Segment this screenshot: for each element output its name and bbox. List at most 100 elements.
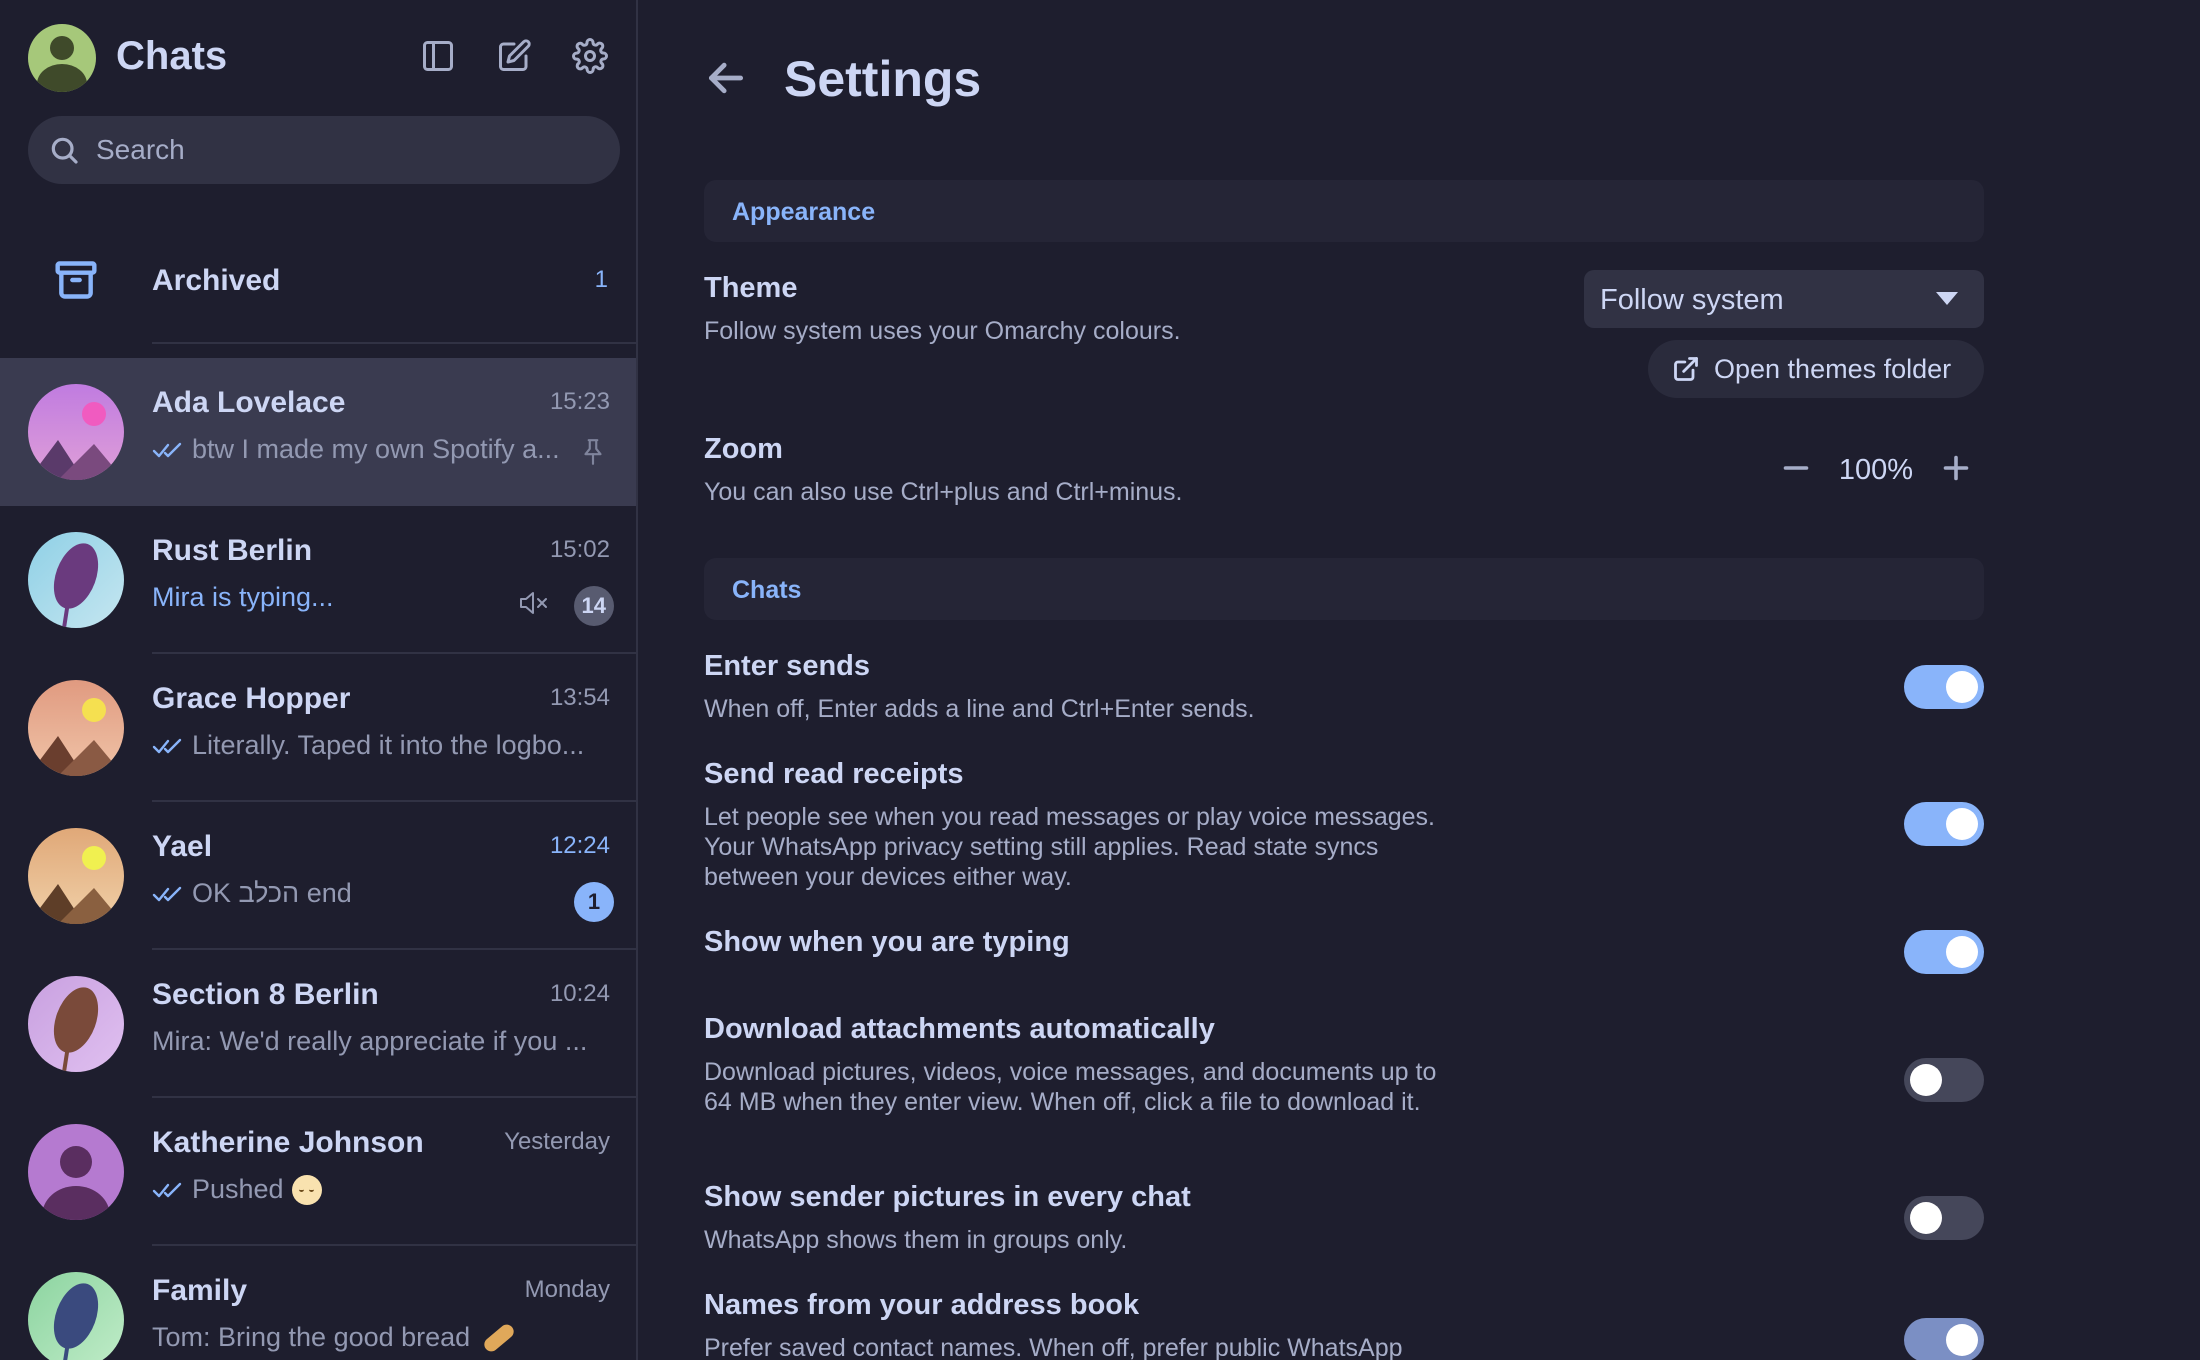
- setting-title-address-book-names: Names from your address book: [704, 1289, 1140, 1321]
- chat-name: Family: [152, 1274, 248, 1307]
- setting-desc-read-receipts: Let people see when you read messages or…: [704, 803, 1435, 891]
- sidebar-panel-icon: [423, 41, 453, 71]
- new-chat-button[interactable]: [494, 36, 534, 76]
- toggle-typing-indicator[interactable]: [1904, 930, 1984, 974]
- chat-time: 15:02: [549, 536, 610, 563]
- chat-preview-text: Literally. Taped it into the logbo...: [192, 730, 585, 760]
- avatar: [28, 532, 124, 628]
- chat-row-yael[interactable]: Yael 12:24 OK הכלב end 1: [0, 802, 636, 950]
- external-link-icon: [1674, 357, 1698, 381]
- archived-label: Archived: [152, 264, 281, 297]
- muted-speaker-icon: [520, 592, 547, 614]
- chat-row-rust-berlin[interactable]: Rust Berlin 15:02 Mira is typing... 14: [0, 506, 636, 654]
- search-input[interactable]: [96, 116, 606, 184]
- chat-name: Ada Lovelace: [152, 386, 346, 419]
- theme-select-value: Follow system: [1600, 284, 1784, 316]
- chat-name: Katherine Johnson: [152, 1126, 424, 1159]
- toggle-auto-download[interactable]: [1904, 1058, 1984, 1102]
- chat-row-ada-lovelace[interactable]: Ada Lovelace 15:23 btw I made my own Spo…: [0, 358, 636, 506]
- arrow-left-icon: [708, 62, 744, 94]
- chat-time: 13:54: [549, 684, 610, 711]
- chat-preview: OK הכלב end: [152, 878, 352, 909]
- my-avatar[interactable]: [28, 24, 96, 92]
- chat-name: Grace Hopper: [152, 682, 351, 715]
- theme-select[interactable]: Follow system: [1584, 270, 1984, 328]
- chat-time: Yesterday: [504, 1128, 610, 1155]
- setting-desc-enter-sends: When off, Enter adds a line and Ctrl+Ent…: [704, 695, 1255, 723]
- section-header-chats: Chats: [704, 558, 1984, 620]
- chat-preview-text: Mira: We'd really appreciate if you ...: [152, 1026, 588, 1056]
- chat-time: Monday: [524, 1276, 610, 1303]
- toggle-sidebar-button[interactable]: [418, 36, 458, 76]
- chat-preview-text: Tom: Bring the good bread: [152, 1322, 471, 1352]
- open-themes-folder-button[interactable]: Open themes folder: [1648, 340, 1984, 398]
- zoom-out-button[interactable]: [1778, 450, 1814, 486]
- setting-title-sender-pictures: Show sender pictures in every chat: [704, 1181, 1191, 1213]
- unread-badge: 14: [573, 586, 614, 626]
- open-themes-folder-label: Open themes folder: [1714, 354, 1952, 384]
- chat-preview-text: Pushed: [192, 1174, 284, 1204]
- caret-down-icon: [1936, 292, 1958, 305]
- chat-list: Ada Lovelace 15:23 btw I made my own Spo…: [0, 358, 636, 1360]
- chat-preview: Mira: We'd really appreciate if you ...: [152, 1026, 587, 1057]
- avatar: [28, 1124, 124, 1220]
- sidebar-header: Chats: [0, 0, 636, 116]
- setting-desc-sender-pictures: WhatsApp shows them in groups only.: [704, 1226, 1128, 1254]
- chat-preview: Mira is typing...: [152, 582, 334, 613]
- baguette-emoji-icon: [481, 1321, 517, 1354]
- theme-description: Follow system uses your Omarchy colours.: [704, 317, 1181, 345]
- plus-icon: [1943, 455, 1969, 481]
- double-check-icon: [152, 886, 182, 901]
- section-title: Chats: [732, 576, 802, 604]
- search-icon: [51, 137, 78, 164]
- avatar: [28, 1272, 124, 1360]
- setting-title-auto-download: Download attachments automatically: [704, 1013, 1215, 1045]
- zoom-level: 100%: [1838, 454, 1914, 486]
- sidebar-title: Chats: [116, 34, 228, 78]
- chat-row-katherine-johnson[interactable]: Katherine Johnson Yesterday Pushed: [0, 1098, 636, 1246]
- toggle-address-book-names[interactable]: [1904, 1318, 1984, 1360]
- section-header-appearance: Appearance: [704, 180, 1984, 242]
- toggle-read-receipts[interactable]: [1904, 802, 1984, 846]
- chat-preview: btw I made my own Spotify a...: [152, 434, 560, 465]
- chat-row-section-8-berlin[interactable]: Section 8 Berlin 10:24 Mira: We'd really…: [0, 950, 636, 1098]
- chat-time: 10:24: [549, 980, 610, 1007]
- avatar: [28, 680, 124, 776]
- archived-row[interactable]: Archived 1: [0, 240, 636, 344]
- avatar: [28, 384, 124, 480]
- settings-button[interactable]: [570, 36, 610, 76]
- setting-title-read-receipts: Send read receipts: [704, 758, 964, 790]
- settings-panel: Settings Appearance Theme Follow system …: [640, 0, 2200, 1360]
- zoom-description: You can also use Ctrl+plus and Ctrl+minu…: [704, 478, 1183, 506]
- minus-icon: [1783, 466, 1809, 470]
- chat-preview-text: btw I made my own Spotify a...: [192, 434, 560, 464]
- setting-title-enter-sends: Enter sends: [704, 650, 870, 682]
- page-title: Settings: [784, 51, 982, 107]
- zoom-in-button[interactable]: [1938, 450, 1974, 486]
- chat-row-family[interactable]: Family Monday Tom: Bring the good bread: [0, 1246, 636, 1360]
- chat-time: 15:23: [549, 388, 610, 415]
- search-bar: [28, 116, 620, 184]
- compose-icon: [499, 39, 531, 71]
- chat-row-grace-hopper[interactable]: Grace Hopper 13:54 Literally. Taped it i…: [0, 654, 636, 802]
- pin-icon: [584, 439, 602, 465]
- typing-indicator-text: Mira is typing...: [152, 582, 334, 612]
- section-title: Appearance: [732, 198, 876, 226]
- double-check-icon: [152, 442, 182, 457]
- archived-count: 1: [594, 266, 608, 293]
- theme-title: Theme: [704, 272, 798, 304]
- toggle-enter-sends[interactable]: [1904, 665, 1984, 709]
- back-button[interactable]: [704, 56, 748, 100]
- chat-preview: Literally. Taped it into the logbo...: [152, 730, 584, 761]
- chat-preview-text: OK הכלב end: [192, 878, 352, 908]
- gear-icon: [572, 38, 608, 74]
- toggle-sender-pictures[interactable]: [1904, 1196, 1984, 1240]
- double-check-icon: [152, 738, 182, 753]
- archive-box-icon: [55, 261, 97, 299]
- double-check-icon: [152, 1182, 182, 1197]
- chat-preview: Tom: Bring the good bread: [152, 1321, 517, 1354]
- setting-title-typing: Show when you are typing: [704, 926, 1070, 958]
- chat-name: Rust Berlin: [152, 534, 313, 567]
- chat-time: 12:24: [549, 832, 610, 859]
- setting-desc-address-book-names: Prefer saved contact names. When off, pr…: [704, 1334, 1403, 1360]
